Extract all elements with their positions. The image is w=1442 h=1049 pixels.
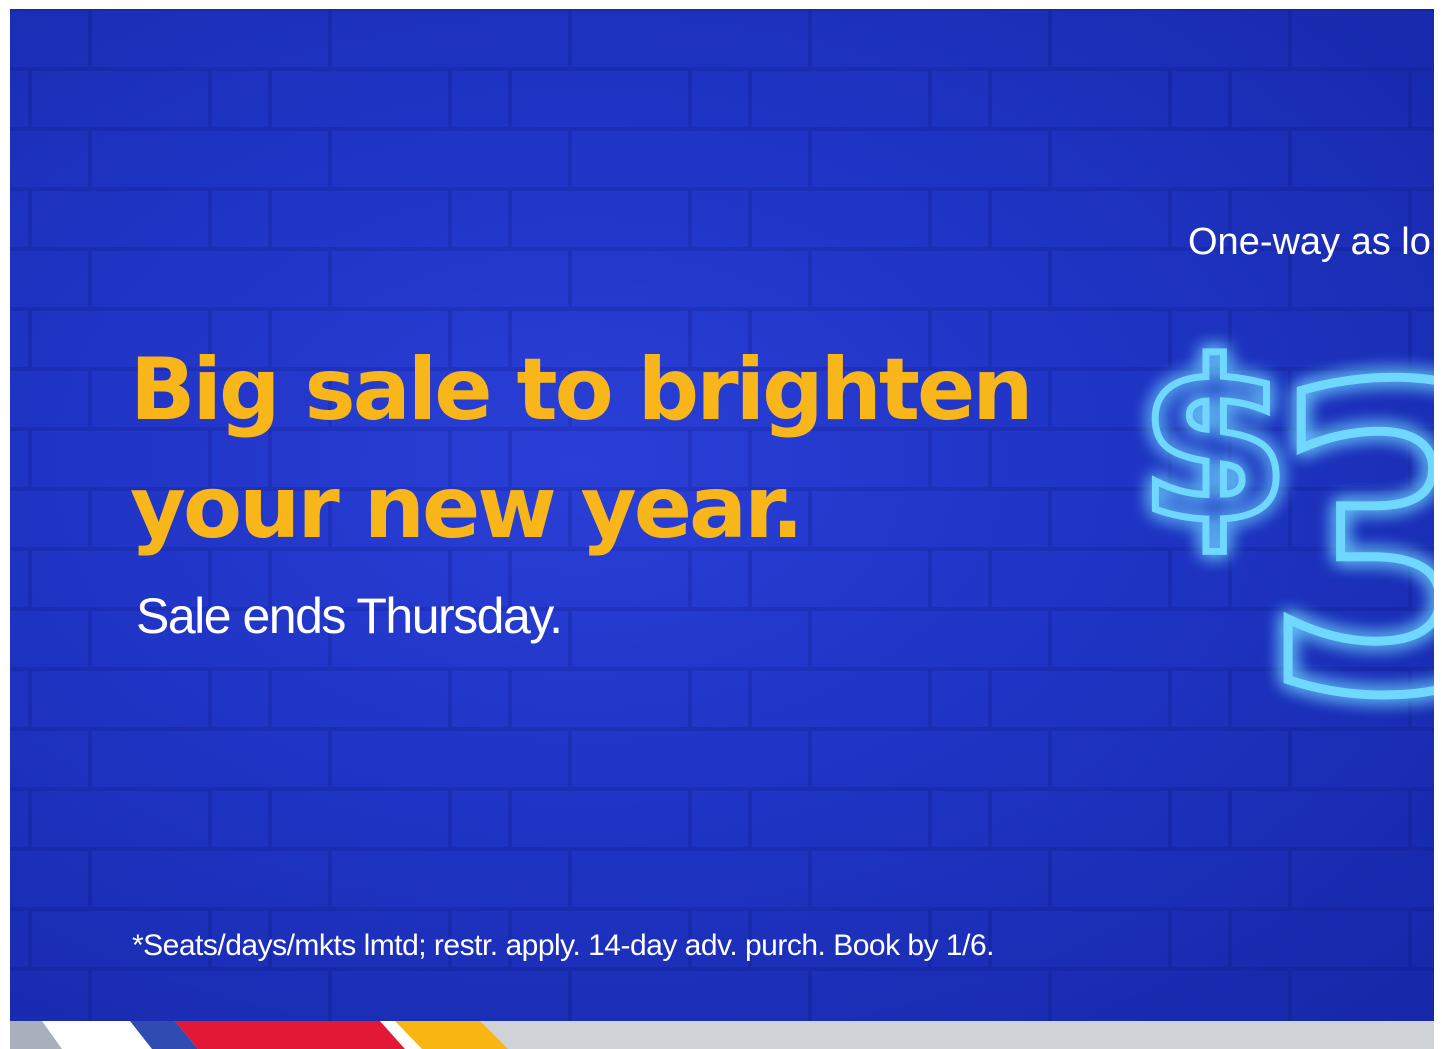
sale-ends-text: Sale ends Thursday. — [136, 588, 563, 644]
disclaimer-text: *Seats/days/mkts lmtd; restr. apply. 14-… — [132, 929, 994, 962]
ad-frame: Big sale to brighten your new year. Sale… — [10, 9, 1434, 1049]
neon-price-sign: $ 3 — [1135, 299, 1435, 739]
headline-line-2: your new year. — [130, 458, 804, 558]
sale-banner[interactable]: Big sale to brighten your new year. Sale… — [10, 9, 1434, 1021]
headline: Big sale to brighten your new year. — [130, 331, 1034, 567]
headline-line-1: Big sale to brighten — [130, 340, 1034, 440]
brand-stripe — [10, 1021, 1434, 1049]
promo-label: One-way as lo — [1188, 221, 1431, 263]
neon-price-digit: 3 — [1260, 300, 1434, 739]
